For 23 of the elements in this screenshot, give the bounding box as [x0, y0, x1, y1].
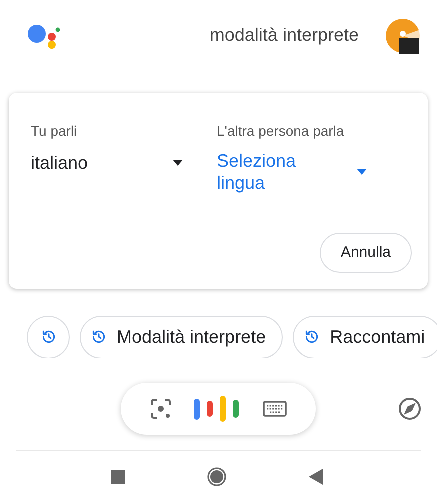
- microphone-bars-icon[interactable]: [194, 396, 240, 422]
- compass-icon[interactable]: [398, 397, 422, 422]
- target-language-dropdown[interactable]: Seleziona lingua: [217, 150, 367, 194]
- keyboard-icon[interactable]: [262, 401, 287, 418]
- assistant-dots-icon: [27, 22, 61, 49]
- avatar-icon[interactable]: [385, 18, 421, 54]
- history-button[interactable]: [27, 316, 70, 358]
- target-language-label: L'altra persona parla: [217, 122, 346, 141]
- suggestion-chip[interactable]: Modalità interprete: [80, 316, 284, 358]
- back-icon[interactable]: [308, 469, 322, 486]
- lens-icon[interactable]: [150, 398, 172, 420]
- dropdown-caret-icon: [173, 160, 183, 166]
- source-language-dropdown[interactable]: italiano: [31, 150, 183, 177]
- home-icon[interactable]: [206, 467, 226, 488]
- dropdown-caret-icon: [357, 168, 367, 175]
- history-icon: [40, 329, 56, 346]
- cancel-button[interactable]: Annulla: [320, 233, 412, 274]
- history-icon: [91, 329, 107, 346]
- suggestion-chip[interactable]: Raccontami: [293, 316, 437, 358]
- recents-icon[interactable]: [110, 470, 124, 484]
- history-icon: [304, 329, 320, 346]
- header-title: modalità interprete: [210, 24, 359, 48]
- source-language-label: Tu parli: [31, 122, 78, 141]
